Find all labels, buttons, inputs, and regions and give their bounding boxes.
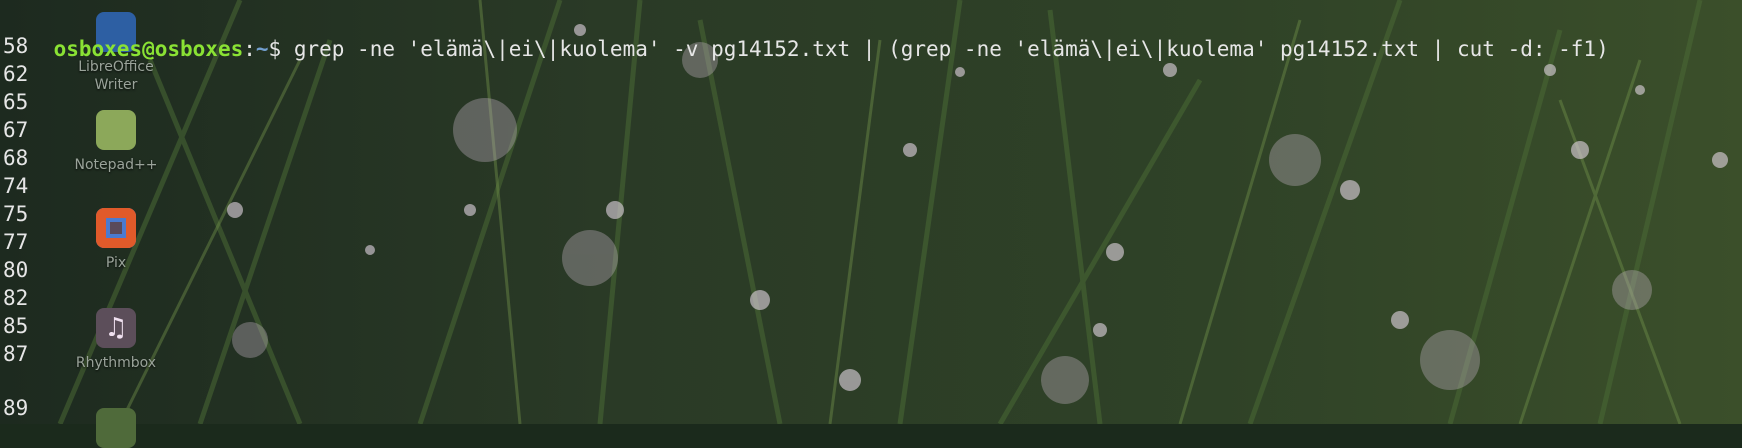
output-line: 68	[3, 146, 29, 170]
output-line: 74	[3, 174, 29, 198]
prompt-user: osboxes@osboxes	[53, 37, 244, 61]
output-line: 80	[3, 258, 29, 282]
output-line: 87	[3, 342, 29, 366]
output-line: 82	[3, 286, 29, 310]
terminal-output[interactable]: osboxes@osboxes:~$ grep -ne 'elämä\|ei\|…	[0, 0, 1742, 424]
prompt-path: ~	[255, 37, 269, 61]
output-line: 75	[3, 202, 29, 226]
prompt-symbol: $	[268, 37, 294, 61]
output-line: 85	[3, 314, 29, 338]
output-line: 65	[3, 90, 29, 114]
prompt-separator: :	[243, 37, 256, 61]
command-text: grep -ne 'elämä\|ei\|kuolema' -v pg14152…	[293, 37, 1609, 61]
output-line: 67	[3, 118, 29, 142]
output-line: 62	[3, 62, 29, 86]
command-line: osboxes@osboxes:~$ grep -ne 'elämä\|ei\|…	[3, 3, 1609, 61]
output-line: 89	[3, 396, 29, 420]
output-line: 77	[3, 230, 29, 254]
output-line: 58	[3, 34, 29, 58]
